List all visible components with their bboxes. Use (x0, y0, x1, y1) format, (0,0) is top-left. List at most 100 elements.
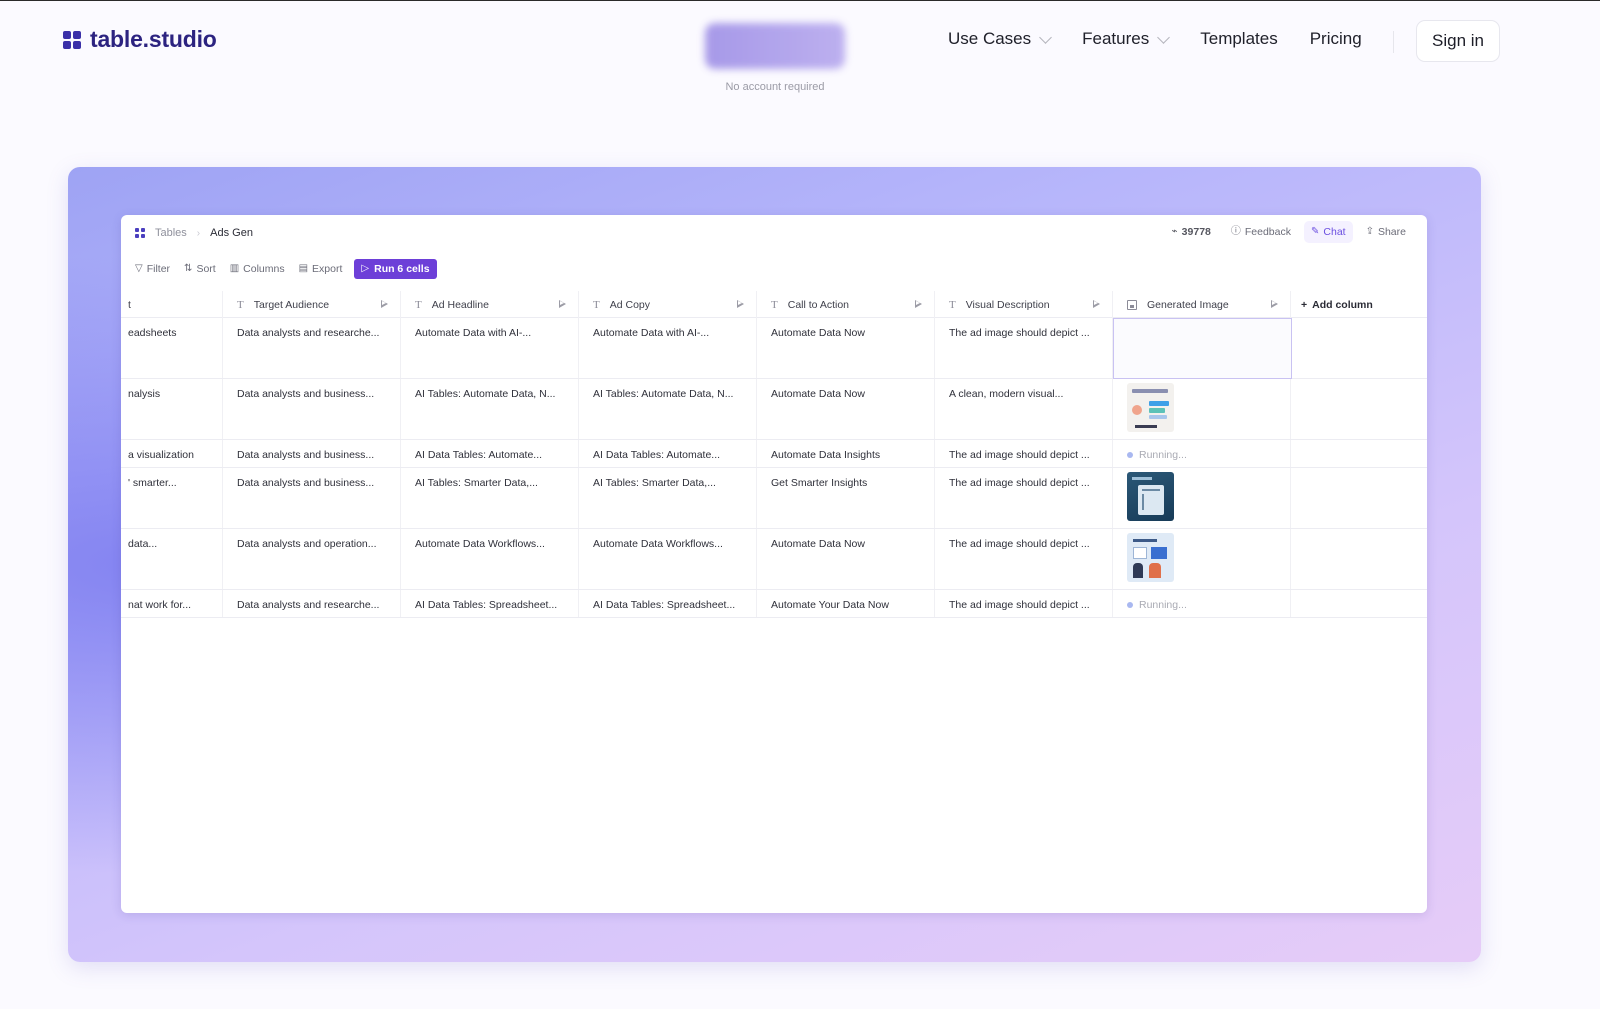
column-header-visual-description[interactable]: T Visual Description (935, 291, 1113, 318)
image-cell[interactable] (1113, 468, 1291, 528)
sign-in-button[interactable]: Sign in (1416, 20, 1500, 62)
logo[interactable]: table.studio (63, 26, 217, 53)
image-cell[interactable]: Running... (1113, 590, 1291, 617)
breadcrumb-root[interactable]: Tables (155, 227, 187, 239)
table-cell[interactable]: a visualization (121, 440, 223, 467)
run-column-icon[interactable] (737, 299, 744, 308)
export-button[interactable]: ▤ Export (299, 263, 343, 275)
generated-image-thumbnail[interactable] (1127, 472, 1174, 521)
nav-use-cases-label: Use Cases (948, 29, 1032, 48)
breadcrumb-current: Ads Gen (210, 227, 253, 239)
column-header-0[interactable]: t (121, 291, 223, 318)
table-cell[interactable]: Automate Data Workflows... (579, 529, 757, 589)
table-cell[interactable]: AI Data Tables: Spreadsheet... (401, 590, 579, 617)
column-header-label: t (128, 298, 131, 311)
table-cell[interactable]: Data analysts and operation... (223, 529, 401, 589)
table-row[interactable]: nalysis Data analysts and business... AI… (121, 379, 1427, 440)
table-toolbar: ▽ Filter ⇅ Sort ▥ Columns ▤ Export ▷ Run… (135, 259, 437, 279)
table-cell[interactable]: The ad image should depict ... (935, 440, 1113, 467)
tables-grid-icon (135, 228, 145, 238)
share-label: Share (1377, 226, 1406, 238)
table-row[interactable]: eadsheets Data analysts and researche...… (121, 318, 1427, 379)
table-cell[interactable]: Data analysts and researche... (223, 318, 401, 378)
sparkle-icon: ✎ (1311, 226, 1320, 237)
column-header-call-to-action[interactable]: T Call to Action (757, 291, 935, 318)
table-row[interactable]: nat work for... Data analysts and resear… (121, 590, 1427, 618)
table-cell[interactable]: Automate Data Insights (757, 440, 935, 467)
table-cell[interactable]: nat work for... (121, 590, 223, 617)
table-row[interactable]: a visualization Data analysts and busine… (121, 440, 1427, 468)
column-header-ad-headline[interactable]: T Ad Headline (401, 291, 579, 318)
run-column-icon[interactable] (1093, 299, 1100, 308)
table-cell[interactable]: Automate Data with AI-... (401, 318, 579, 378)
nav-templates[interactable]: Templates (1200, 29, 1277, 49)
table-cell[interactable]: Data analysts and business... (223, 379, 401, 439)
table-cell[interactable]: AI Tables: Smarter Data,... (401, 468, 579, 528)
columns-button[interactable]: ▥ Columns (230, 263, 285, 275)
credits-count-value: 39778 (1181, 226, 1211, 238)
feedback-label: Feedback (1244, 226, 1291, 238)
text-type-icon: T (771, 298, 778, 311)
table-cell[interactable]: AI Data Tables: Automate... (579, 440, 757, 467)
table-cell[interactable]: Automate Data Workflows... (401, 529, 579, 589)
nav-pricing[interactable]: Pricing (1310, 29, 1362, 49)
table-cell[interactable]: eadsheets (121, 318, 223, 378)
run-column-icon[interactable] (915, 299, 922, 308)
table-cell[interactable]: data... (121, 529, 223, 589)
chevron-down-icon (1157, 30, 1171, 44)
table-cell[interactable]: Data analysts and business... (223, 468, 401, 528)
generated-image-thumbnail[interactable] (1127, 383, 1174, 432)
table-cell[interactable]: AI Data Tables: Automate... (401, 440, 579, 467)
top-nav: table.studio No account required Use Cas… (0, 1, 1600, 101)
generated-image-thumbnail[interactable] (1127, 533, 1174, 582)
play-icon: ▷ (361, 263, 370, 274)
cta-button-blurred[interactable] (705, 23, 845, 69)
feedback-button[interactable]: ⓘ Feedback (1224, 221, 1298, 243)
table-cell[interactable]: AI Tables: Automate Data, N... (401, 379, 579, 439)
nav-features[interactable]: Features (1082, 29, 1171, 49)
table-row[interactable]: ' smarter... Data analysts and business.… (121, 468, 1427, 529)
table-row[interactable]: data... Data analysts and operation... A… (121, 529, 1427, 590)
image-cell[interactable] (1113, 529, 1291, 589)
run-column-icon[interactable] (559, 299, 566, 308)
app-header: Tables › Ads Gen ⌁ 39778 ⓘ Feedback ✎ Ch… (121, 215, 1427, 253)
column-header-ad-copy[interactable]: T Ad Copy (579, 291, 757, 318)
table-cell[interactable]: The ad image should depict ... (935, 318, 1113, 378)
table-cell[interactable]: Data analysts and researche... (223, 590, 401, 617)
add-column-button[interactable]: + Add column (1301, 291, 1373, 318)
table-cell[interactable]: Automate Your Data Now (757, 590, 935, 617)
sort-button[interactable]: ⇅ Sort (184, 263, 216, 275)
run-column-icon[interactable] (381, 299, 388, 308)
table-cell[interactable]: Automate Data Now (757, 318, 935, 378)
table-cell[interactable]: ' smarter... (121, 468, 223, 528)
filter-button[interactable]: ▽ Filter (135, 263, 170, 275)
image-cell[interactable]: Running... (1113, 440, 1291, 467)
selected-image-cell[interactable] (1113, 318, 1292, 379)
table-cell[interactable]: Data analysts and business... (223, 440, 401, 467)
table-cell[interactable]: AI Tables: Smarter Data,... (579, 468, 757, 528)
nav-use-cases[interactable]: Use Cases (948, 29, 1053, 49)
column-header-generated-image[interactable]: Generated Image (1113, 291, 1291, 318)
nav-features-label: Features (1082, 29, 1150, 48)
filter-label: Filter (146, 263, 171, 275)
run-column-icon[interactable] (1271, 299, 1278, 308)
table-cell[interactable]: A clean, modern visual... (935, 379, 1113, 439)
table-cell[interactable]: Get Smarter Insights (757, 468, 935, 528)
table-cell[interactable]: nalysis (121, 379, 223, 439)
table-cell[interactable]: Automate Data with AI-... (579, 318, 757, 378)
image-cell[interactable] (1113, 379, 1291, 439)
table-cell[interactable]: The ad image should depict ... (935, 529, 1113, 589)
table-cell[interactable]: Automate Data Now (757, 379, 935, 439)
run-cells-button[interactable]: ▷ Run 6 cells (354, 259, 437, 279)
share-button[interactable]: ⇪ Share (1359, 221, 1413, 243)
table-cell[interactable]: AI Data Tables: Spreadsheet... (579, 590, 757, 617)
table-cell[interactable]: Automate Data Now (757, 529, 935, 589)
columns-icon: ▥ (229, 263, 240, 274)
chat-button[interactable]: ✎ Chat (1304, 221, 1353, 243)
hero-cta: No account required (705, 23, 845, 93)
table-cell[interactable]: The ad image should depict ... (935, 590, 1113, 617)
table-cell[interactable]: The ad image should depict ... (935, 468, 1113, 528)
table-cell[interactable]: AI Tables: Automate Data, N... (579, 379, 757, 439)
sort-label: Sort (196, 263, 216, 275)
column-header-target-audience[interactable]: T Target Audience (223, 291, 401, 318)
